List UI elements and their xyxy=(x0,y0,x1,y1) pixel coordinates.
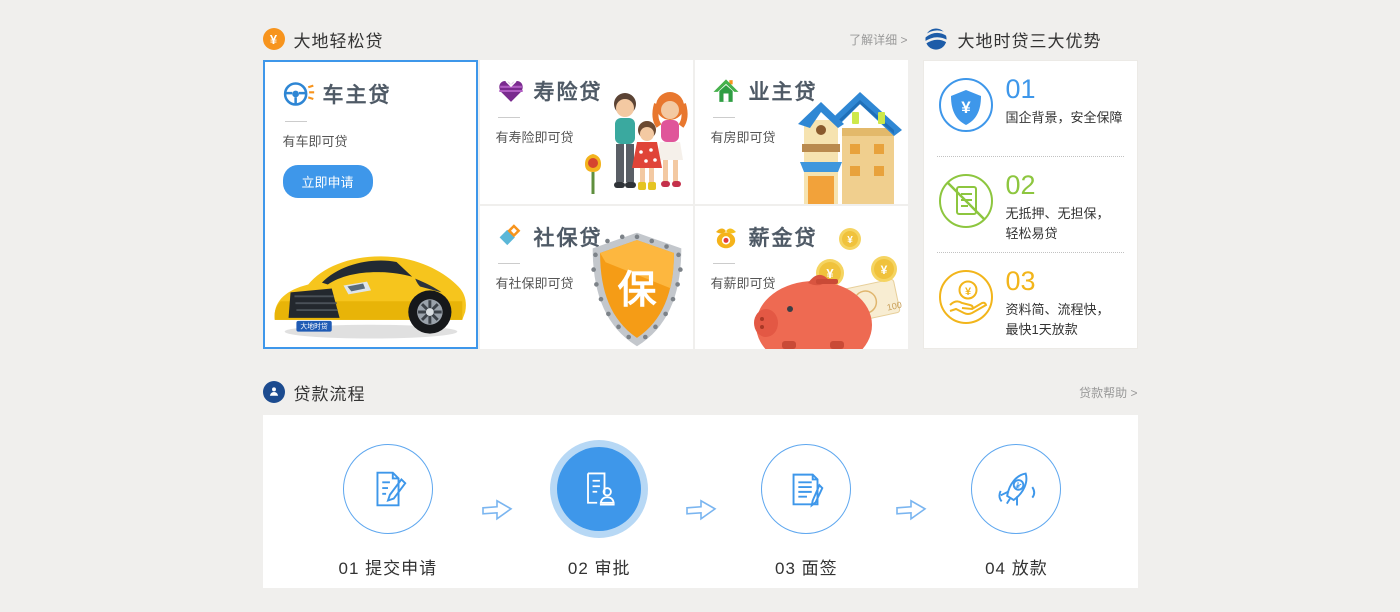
process-step-4: ¥ 04 放款 xyxy=(971,439,1061,588)
step-label: 03 面签 xyxy=(775,554,838,579)
svg-text:100: 100 xyxy=(885,300,902,313)
divider xyxy=(498,117,520,118)
product-desc: 有社保即可贷 xyxy=(496,273,693,292)
dadi-insurance-logo-icon xyxy=(923,26,949,52)
step-circle: ¥ xyxy=(971,444,1061,534)
arrow-right-icon xyxy=(684,497,718,525)
process-title: 贷款流程 xyxy=(294,380,366,405)
product-card-social-security-loan[interactable]: 社保贷 有社保即可贷 保 xyxy=(480,206,693,350)
diamond-badge-icon xyxy=(496,222,526,252)
process-step-3: 03 面签 xyxy=(761,439,851,588)
yellow-car-illustration: 大地时贷 xyxy=(265,208,476,343)
mid-product-grid: 寿险贷 有寿险即可贷 xyxy=(480,60,908,349)
product-card-property-owner-loan[interactable]: 业主贷 有房即可贷 xyxy=(695,60,908,204)
shield-yen-icon: ¥ xyxy=(938,77,994,133)
advantage-text: 无抵押、无担保， 轻松易贷 xyxy=(1006,204,1110,243)
approval-icon xyxy=(577,467,621,511)
page-content: ¥ 大地轻松贷 了解详细 > 大地时贷三大优势 车主贷 xyxy=(263,0,1138,588)
top-headers: ¥ 大地轻松贷 了解详细 > 大地时贷三大优势 xyxy=(263,24,1138,54)
arrow-right-icon xyxy=(480,497,514,525)
step-label: 04 放款 xyxy=(985,554,1048,579)
advantages-title: 大地时贷三大优势 xyxy=(958,27,1102,52)
svg-text:¥: ¥ xyxy=(964,286,971,298)
process-step-1: 01 提交申请 xyxy=(339,439,438,588)
svg-text:¥: ¥ xyxy=(961,98,971,117)
product-grid: 车主贷 有车即可贷 立即申请 大地时贷 xyxy=(263,60,1138,349)
divider xyxy=(498,263,520,264)
process-step-2: 02 审批 xyxy=(557,439,641,588)
arrow-right-icon xyxy=(894,497,928,525)
step-label: 01 提交申请 xyxy=(339,554,438,579)
no-collateral-icon xyxy=(938,173,994,229)
advantage-item-1: ¥ 01 国企背景，安全保障 xyxy=(924,61,1137,156)
advantage-body: 01 国企背景，安全保障 xyxy=(1006,74,1123,156)
product-desc: 有寿险即可贷 xyxy=(496,127,693,146)
loan-help-link[interactable]: 贷款帮助 > xyxy=(1079,384,1137,401)
gold-pouch-icon xyxy=(711,222,741,252)
heart-icon xyxy=(496,76,526,106)
product-desc: 有车即可贷 xyxy=(283,131,476,150)
apply-now-button[interactable]: 立即申请 xyxy=(283,165,373,198)
yen-circle-icon: ¥ xyxy=(263,28,285,50)
process-panel: 01 提交申请 02 审批 xyxy=(263,415,1138,588)
divider xyxy=(713,263,735,264)
advantage-number: 01 xyxy=(1006,74,1123,105)
svg-text:¥: ¥ xyxy=(847,235,853,246)
svg-text:大地时贷: 大地时贷 xyxy=(300,321,328,330)
advantage-body: 03 资料简、流程快， 最快1天放款 xyxy=(1006,266,1110,348)
advantage-text: 国企背景，安全保障 xyxy=(1006,108,1123,128)
step-circle-active xyxy=(557,447,641,531)
advantage-item-2: 02 无抵押、无担保， 轻松易贷 xyxy=(924,157,1137,252)
car-loan-head: 车主贷 xyxy=(283,78,476,110)
step-label: 02 审批 xyxy=(568,554,631,579)
advantage-number: 03 xyxy=(1006,266,1110,297)
product-desc: 有房即可贷 xyxy=(711,127,908,146)
steering-wheel-icon xyxy=(283,78,315,110)
product-title: 车主贷 xyxy=(323,79,392,109)
submit-application-icon xyxy=(365,466,411,512)
product-desc: 有薪即可贷 xyxy=(711,273,908,292)
advantage-item-3: ¥ 03 资料简、流程快， 最快1天放款 xyxy=(924,253,1137,348)
step-circle xyxy=(343,444,433,534)
rocket-disburse-icon: ¥ xyxy=(993,466,1039,512)
advantage-body: 02 无抵押、无担保， 轻松易贷 xyxy=(1006,170,1110,252)
advantage-text: 资料简、流程快， 最快1天放款 xyxy=(1006,300,1110,339)
loan-process-icon xyxy=(263,381,285,403)
advantages-header: 大地时贷三大优势 xyxy=(923,26,1138,52)
easy-loan-header: ¥ 大地轻松贷 了解详细 > xyxy=(263,27,908,52)
product-card-life-insurance-loan[interactable]: 寿险贷 有寿险即可贷 xyxy=(480,60,693,204)
step-circle xyxy=(761,444,851,534)
hand-coin-icon: ¥ xyxy=(938,269,994,325)
process-header: 贷款流程 贷款帮助 > xyxy=(263,377,1138,407)
divider xyxy=(713,117,735,118)
house-icon xyxy=(711,76,741,106)
product-card-salary-loan[interactable]: 薪金贷 有薪即可贷 100 ¥ ¥ xyxy=(695,206,908,350)
advantages-panel: ¥ 01 国企背景，安全保障 xyxy=(923,60,1138,349)
easy-loan-title: 大地轻松贷 xyxy=(294,27,384,52)
sign-contract-icon xyxy=(783,466,829,512)
learn-more-link[interactable]: 了解详细 > xyxy=(849,31,907,48)
divider xyxy=(285,121,307,122)
advantage-number: 02 xyxy=(1006,170,1110,201)
product-card-car-loan[interactable]: 车主贷 有车即可贷 立即申请 大地时贷 xyxy=(263,60,478,349)
